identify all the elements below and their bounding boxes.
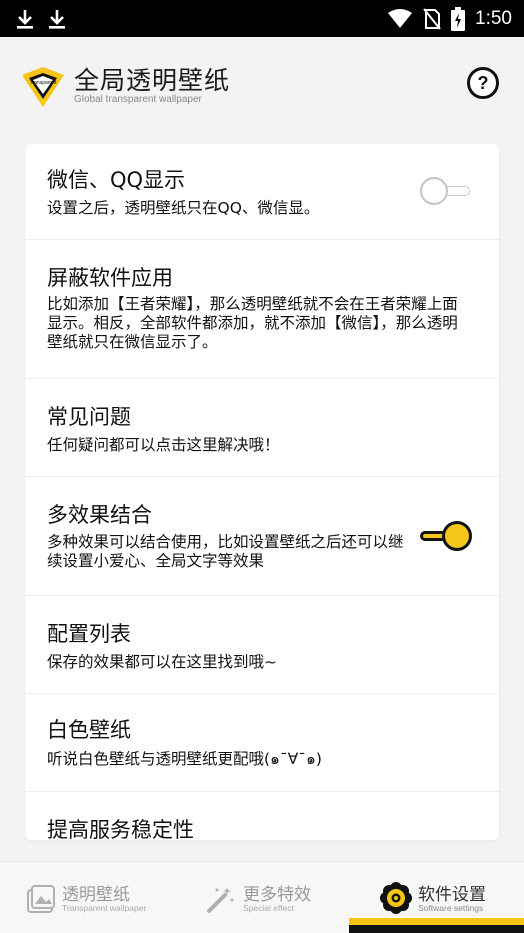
toggle-knob	[420, 177, 448, 205]
settings-list: 微信、QQ显示 设置之后，透明壁纸只在QQ、微信显。 屏蔽软件应用 比如添加【王…	[25, 144, 499, 840]
wifi-icon	[388, 8, 413, 28]
bottom-navigation: 透明壁纸 Transparent wallpaper 更多特效 Special …	[0, 861, 524, 933]
nav-label: 透明壁纸	[62, 885, 130, 905]
setting-white-wallpaper[interactable]: 白色壁纸 听说白色壁纸与透明壁纸更配哦(๑¯∀¯๑)	[25, 694, 499, 792]
setting-faq[interactable]: 常见问题 任何疑问都可以点击这里解决哦！	[25, 379, 499, 477]
app-title: 全局透明壁纸	[74, 66, 231, 95]
svg-text:Transparent: Transparent	[30, 80, 57, 86]
setting-title: 屏蔽软件应用	[47, 266, 173, 290]
wechat-qq-toggle[interactable]	[420, 177, 472, 205]
setting-title: 配置列表	[47, 622, 131, 646]
toggle-knob	[442, 521, 472, 551]
nav-sublabel: Software settings	[418, 903, 484, 913]
setting-wechat-qq-display[interactable]: 微信、QQ显示 设置之后，透明壁纸只在QQ、微信显。	[25, 144, 499, 240]
setting-title: 白色壁纸	[47, 718, 131, 742]
battery-charging-icon	[451, 6, 466, 31]
download-icon	[17, 9, 33, 29]
clock: 1:50	[475, 7, 512, 29]
nav-sublabel: Transparent wallpaper	[62, 903, 147, 913]
status-bar: 1:50	[0, 0, 524, 37]
download-icon	[49, 9, 65, 29]
flower-gear-icon	[380, 882, 412, 914]
magic-wand-icon	[207, 887, 234, 913]
nav-tab-special-effect[interactable]: 更多特效 Special effect	[175, 862, 350, 933]
question-icon: ?	[477, 72, 489, 93]
app-subtitle: Global transparent wallpaper	[74, 94, 202, 105]
app-header: Transparent 全局透明壁纸 Global transparent wa…	[0, 37, 524, 137]
multi-effect-toggle[interactable]	[420, 521, 472, 551]
setting-description: 任何疑问都可以点击这里解决哦！	[47, 436, 280, 454]
setting-service-stability[interactable]: 提高服务稳定性	[25, 792, 499, 840]
setting-multi-effect[interactable]: 多效果结合 多种效果可以结合使用，比如设置壁纸之后还可以继续设置小爱心、全局文字…	[25, 477, 499, 596]
setting-block-apps[interactable]: 屏蔽软件应用 比如添加【王者荣耀】，那么透明壁纸就不会在王者荣耀上面显示。相反，…	[25, 240, 499, 379]
setting-title: 提高服务稳定性	[47, 818, 194, 840]
wallpaper-icon	[27, 885, 55, 913]
setting-description: 比如添加【王者荣耀】，那么透明壁纸就不会在王者荣耀上面显示。相反，全部软件都添加…	[47, 295, 458, 351]
setting-description: 听说白色壁纸与透明壁纸更配哦(๑¯∀¯๑)	[47, 750, 322, 768]
nav-sublabel: Special effect	[243, 903, 294, 913]
nav-tab-transparent-wallpaper[interactable]: 透明壁纸 Transparent wallpaper	[0, 862, 175, 933]
no-sim-icon	[423, 7, 441, 30]
setting-title: 常见问题	[47, 405, 131, 429]
setting-description: 保存的效果都可以在这里找到哦~	[47, 653, 277, 671]
setting-title: 微信、QQ显示	[47, 168, 186, 192]
app-logo: Transparent	[22, 67, 64, 107]
nav-label: 软件设置	[418, 885, 486, 905]
help-button[interactable]: ?	[467, 67, 499, 99]
setting-description: 多种效果可以结合使用，比如设置壁纸之后还可以继续设置小爱心、全局文字等效果	[47, 533, 404, 570]
setting-description: 设置之后，透明壁纸只在QQ、微信显。	[47, 199, 320, 217]
setting-title: 多效果结合	[47, 503, 152, 527]
setting-config-list[interactable]: 配置列表 保存的效果都可以在这里找到哦~	[25, 596, 499, 694]
active-tab-indicator	[349, 918, 524, 933]
nav-label: 更多特效	[243, 885, 311, 905]
